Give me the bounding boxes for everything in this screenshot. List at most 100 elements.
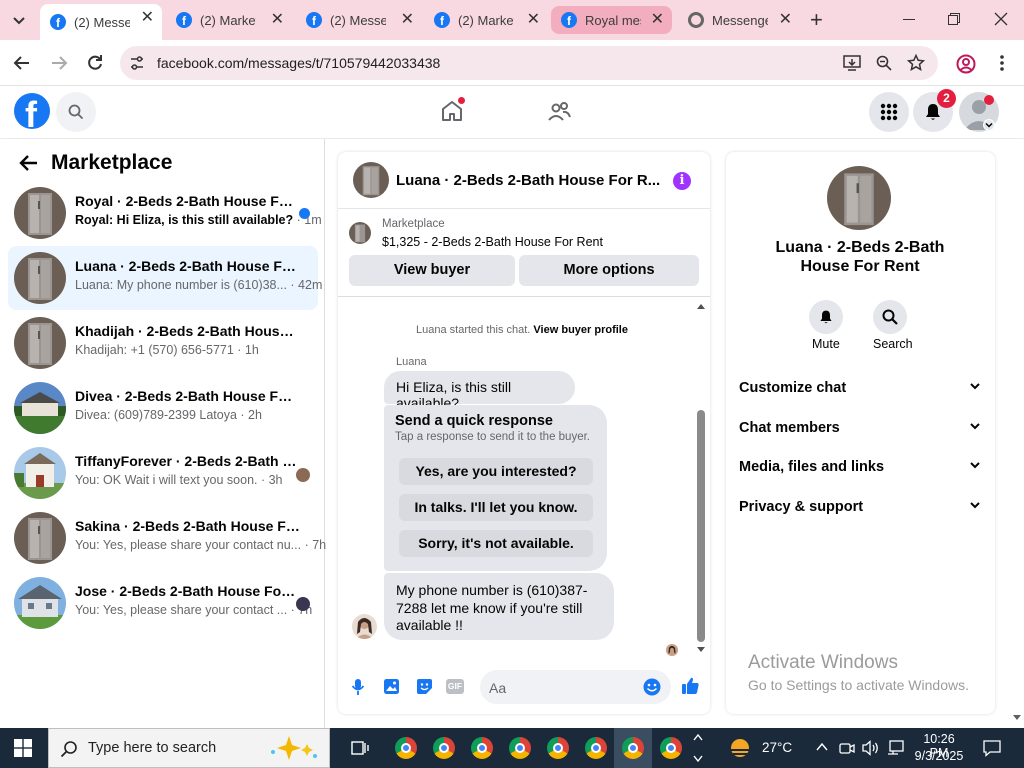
browser-tab[interactable]: f (2) Marketplace ✕ bbox=[424, 6, 548, 34]
close-tab-icon[interactable]: ✕ bbox=[651, 12, 664, 28]
listing-price-title[interactable]: $1,325 - 2-Beds 2-Bath House For Rent bbox=[382, 235, 603, 249]
weather-icon[interactable] bbox=[729, 737, 755, 759]
listing-thumbnail-small bbox=[349, 222, 371, 244]
message-input[interactable]: Aa bbox=[480, 670, 671, 704]
media-files-links-section[interactable]: Media, files and links bbox=[739, 459, 985, 475]
conversation-item[interactable]: Divea · 2-Beds 2-Bath House For Rent Div… bbox=[8, 376, 318, 440]
sticker-icon[interactable] bbox=[416, 678, 433, 695]
reload-button[interactable] bbox=[86, 54, 104, 72]
page-scroll-down-icon[interactable] bbox=[1012, 714, 1022, 722]
scrollbar-thumb[interactable] bbox=[697, 410, 705, 642]
conversation-item[interactable]: Sakina · 2-Beds 2-Bath House For Rent Yo… bbox=[8, 506, 326, 570]
back-arrow-icon[interactable] bbox=[19, 154, 39, 172]
meet-now-icon[interactable] bbox=[839, 740, 855, 756]
minimize-window-button[interactable] bbox=[903, 19, 915, 20]
photo-icon[interactable] bbox=[383, 678, 400, 695]
chrome-app-icon[interactable] bbox=[395, 737, 417, 759]
show-hidden-icons[interactable] bbox=[816, 742, 828, 752]
zoom-icon[interactable] bbox=[876, 55, 892, 71]
site-info-icon[interactable] bbox=[129, 55, 145, 71]
conversation-item[interactable]: Luana · 2-Beds 2-Bath House For Rent Lua… bbox=[8, 246, 322, 310]
chrome-app-icon[interactable] bbox=[509, 737, 531, 759]
message-time: · 42m bbox=[286, 278, 323, 292]
info-icon[interactable]: i bbox=[673, 172, 691, 190]
activate-windows-subtitle: Go to Settings to activate Windows. bbox=[748, 677, 969, 693]
browser-tab[interactable]: f (2) Messenger ✕ bbox=[40, 4, 162, 40]
chrome-app-icon[interactable] bbox=[471, 737, 493, 759]
conversation-item[interactable]: Royal · 2-Beds 2-Bath House For Rent Roy… bbox=[8, 181, 322, 245]
microphone-icon[interactable] bbox=[351, 678, 365, 696]
customize-chat-section[interactable]: Customize chat bbox=[739, 380, 985, 396]
view-buyer-profile-link[interactable]: View buyer profile bbox=[533, 324, 628, 336]
tab-search-button[interactable] bbox=[9, 10, 29, 30]
notification-center-icon[interactable] bbox=[983, 739, 1001, 757]
incoming-message[interactable]: Hi Eliza, is this still available? bbox=[384, 371, 575, 411]
conversation-item[interactable]: TiffanyForever · 2-Beds 2-Bath House For… bbox=[8, 441, 318, 505]
chat-avatar[interactable] bbox=[353, 162, 389, 198]
gif-icon[interactable]: GIF bbox=[446, 679, 464, 694]
message-time: · 2h bbox=[236, 408, 262, 422]
account-chevron-icon[interactable] bbox=[983, 119, 995, 131]
listing-thumbnail bbox=[14, 317, 66, 369]
bookmark-star-icon[interactable] bbox=[907, 54, 925, 72]
quick-reply-button[interactable]: Sorry, it's not available. bbox=[399, 530, 593, 557]
message-input-placeholder: Aa bbox=[489, 680, 507, 696]
restore-window-button[interactable] bbox=[948, 13, 960, 25]
chrome-app-icon[interactable] bbox=[433, 737, 455, 759]
browser-menu-icon[interactable] bbox=[999, 54, 1005, 72]
chat-title[interactable]: Luana · 2-Beds 2-Bath House For R... bbox=[396, 172, 660, 189]
weather-temperature[interactable]: 27°C bbox=[762, 740, 792, 755]
task-view-icon[interactable] bbox=[351, 739, 369, 757]
chrome-app-icon[interactable] bbox=[622, 737, 644, 759]
close-tab-icon[interactable]: ✕ bbox=[527, 12, 540, 28]
close-tab-icon[interactable]: ✕ bbox=[141, 10, 154, 26]
browser-tab[interactable]: f (2) Messenger ✕ bbox=[296, 6, 422, 34]
search-conversation-button[interactable] bbox=[873, 300, 907, 334]
chrome-app-icon[interactable] bbox=[547, 737, 569, 759]
volume-icon[interactable] bbox=[862, 740, 880, 756]
view-buyer-button[interactable]: View buyer bbox=[349, 255, 515, 286]
close-tab-icon[interactable]: ✕ bbox=[401, 12, 414, 28]
browser-tab[interactable]: f (2) Marketplace ✕ bbox=[166, 6, 292, 34]
chrome-app-icon[interactable] bbox=[660, 737, 682, 759]
quick-reply-button[interactable]: In talks. I'll let you know. bbox=[399, 494, 593, 521]
network-icon[interactable] bbox=[887, 740, 905, 756]
start-button[interactable] bbox=[14, 739, 32, 757]
notifications-count-badge: 2 bbox=[937, 89, 956, 108]
sender-avatar[interactable] bbox=[352, 614, 377, 639]
browser-tab[interactable]: f Royal messenger ✕ bbox=[551, 6, 672, 34]
privacy-support-section[interactable]: Privacy & support bbox=[739, 499, 985, 515]
conversation-item[interactable]: Khadijah · 2-Beds 2-Bath House For Rent … bbox=[8, 311, 318, 375]
quick-reply-button[interactable]: Yes, are you interested? bbox=[399, 458, 593, 485]
facebook-icon: f bbox=[434, 12, 450, 28]
mute-button[interactable] bbox=[809, 300, 843, 334]
friends-icon[interactable] bbox=[547, 100, 571, 124]
chat-members-section[interactable]: Chat members bbox=[739, 420, 985, 436]
forward-button[interactable] bbox=[50, 54, 68, 72]
browser-tab[interactable]: Messenger ✕ bbox=[678, 6, 800, 34]
address-bar[interactable]: facebook.com/messages/t/710579442033438 bbox=[120, 46, 938, 80]
new-tab-button[interactable]: + bbox=[810, 9, 823, 31]
emoji-icon[interactable] bbox=[643, 678, 661, 696]
install-app-icon[interactable] bbox=[843, 55, 861, 71]
taskbar-search-box[interactable]: Type here to search bbox=[48, 728, 330, 768]
taskbar-scroll-icon[interactable] bbox=[693, 732, 703, 764]
sender-name: Luana bbox=[396, 356, 427, 368]
clock-date[interactable]: 9/3/2025 bbox=[912, 749, 966, 763]
incoming-message[interactable]: My phone number is (610)387-7288 let me … bbox=[384, 573, 614, 640]
info-avatar bbox=[827, 166, 891, 230]
like-thumb-icon[interactable] bbox=[681, 676, 700, 695]
chrome-app-icon[interactable] bbox=[585, 737, 607, 759]
conversation-item[interactable]: Jose · 2-Beds 2-Bath House For Rent You:… bbox=[8, 571, 318, 635]
close-window-button[interactable] bbox=[994, 12, 1008, 26]
facebook-logo[interactable]: f bbox=[14, 93, 50, 129]
messages-scrollbar[interactable] bbox=[696, 300, 706, 656]
close-tab-icon[interactable]: ✕ bbox=[779, 12, 792, 28]
more-options-button[interactable]: More options bbox=[519, 255, 699, 286]
home-icon[interactable] bbox=[440, 97, 465, 123]
facebook-search-button[interactable] bbox=[56, 92, 96, 132]
profile-icon[interactable] bbox=[956, 54, 976, 74]
close-tab-icon[interactable]: ✕ bbox=[271, 12, 284, 28]
menu-grid-button[interactable] bbox=[869, 92, 909, 132]
back-button[interactable] bbox=[13, 54, 31, 72]
